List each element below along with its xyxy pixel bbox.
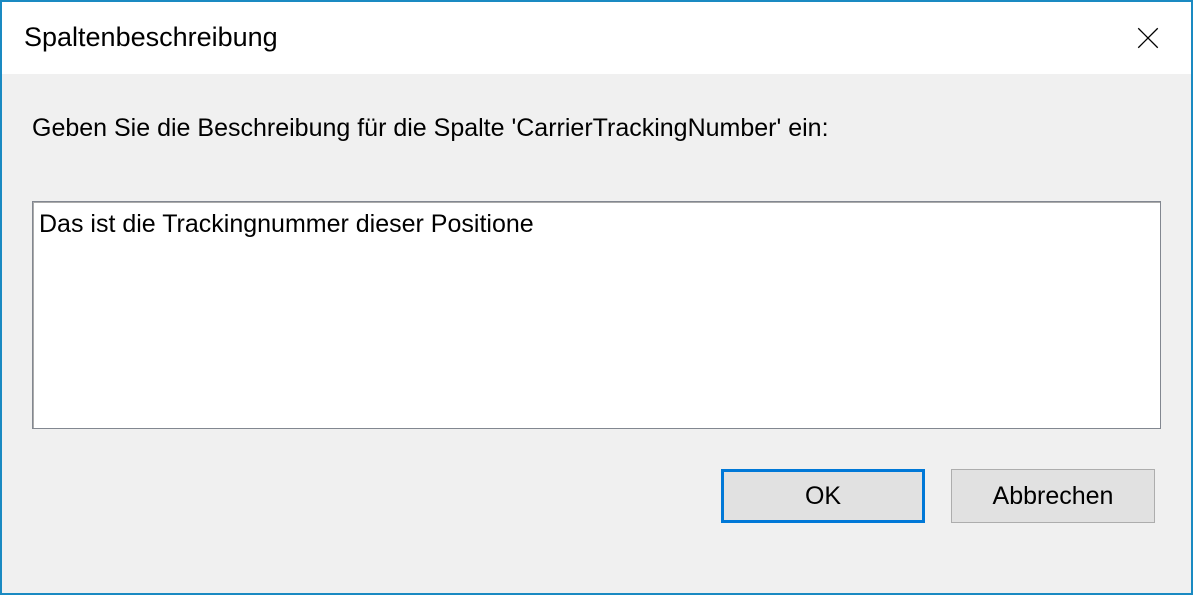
- prompt-label: Geben Sie die Beschreibung für die Spalt…: [32, 114, 1161, 143]
- ok-button[interactable]: OK: [721, 469, 925, 523]
- column-description-dialog: Spaltenbeschreibung Geben Sie die Beschr…: [0, 0, 1193, 595]
- close-icon: [1135, 25, 1161, 51]
- input-wrapper: [32, 201, 1161, 429]
- dialog-content: Geben Sie die Beschreibung für die Spalt…: [2, 74, 1191, 593]
- dialog-title: Spaltenbeschreibung: [24, 22, 278, 53]
- close-button[interactable]: [1127, 17, 1169, 59]
- titlebar: Spaltenbeschreibung: [2, 2, 1191, 74]
- button-row: OK Abbrechen: [32, 469, 1161, 529]
- cancel-button[interactable]: Abbrechen: [951, 469, 1155, 523]
- description-input[interactable]: [33, 202, 1160, 428]
